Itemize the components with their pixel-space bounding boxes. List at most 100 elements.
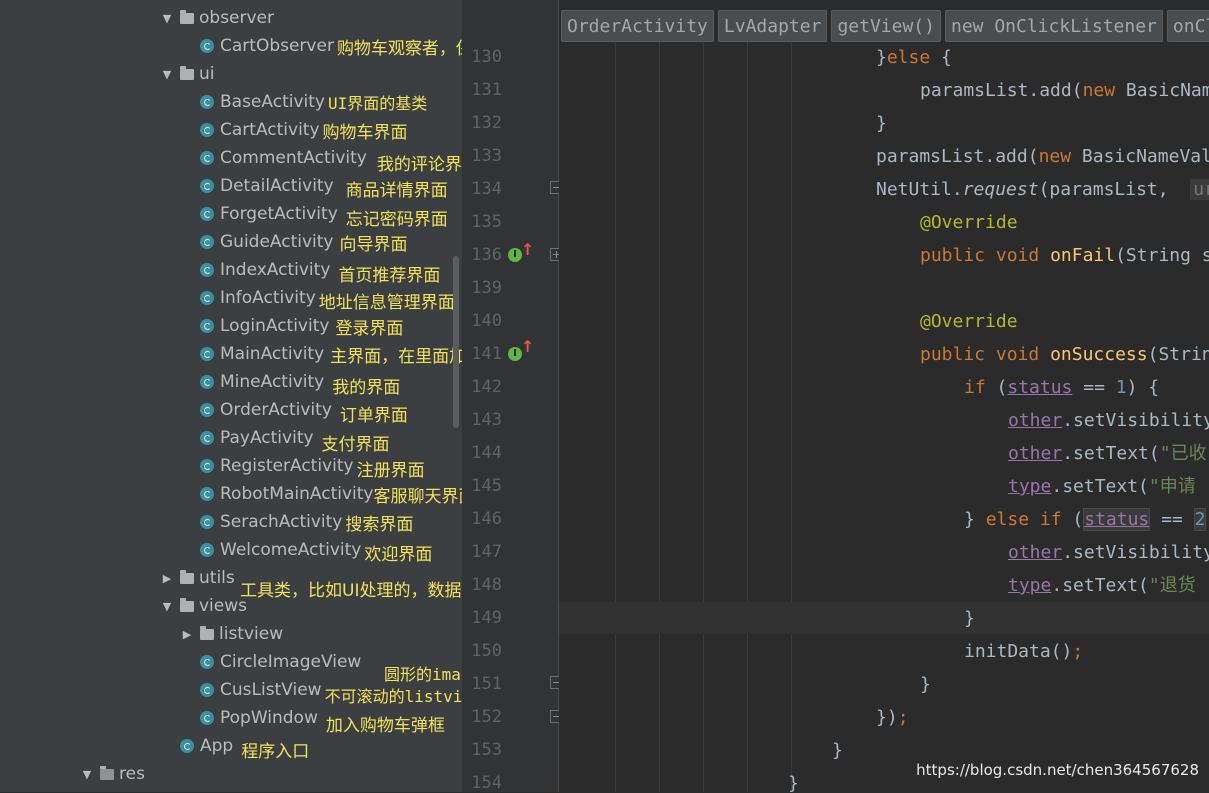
class-icon bbox=[200, 39, 214, 53]
line-number: 145 bbox=[471, 476, 502, 496]
line-number: 143 bbox=[471, 410, 502, 430]
breadcrumb-item-orderactivity[interactable]: OrderActivity bbox=[561, 10, 714, 42]
tree-node-infoactivity[interactable]: InfoActivity 地址信息管理界面 bbox=[200, 284, 455, 313]
breadcrumb-item-lvadapter[interactable]: LvAdapter bbox=[717, 10, 828, 42]
annotation-note: 我的界面 bbox=[332, 377, 401, 398]
code-line-135[interactable]: @Override bbox=[920, 208, 1018, 238]
tree-node-label: CartActivity bbox=[220, 120, 320, 140]
tree-node-label: CircleImageView bbox=[220, 652, 362, 672]
tree-node-label: CartObserver bbox=[220, 36, 334, 56]
override-up-arrow-icon[interactable]: ↑ bbox=[521, 240, 534, 259]
breadcrumb-item-getview[interactable]: getView() bbox=[831, 10, 941, 42]
code-line-136[interactable]: public void onFail(String s bbox=[920, 241, 1209, 271]
tree-node-listview[interactable]: ▶ listview bbox=[180, 620, 283, 648]
code-line-132[interactable]: } bbox=[876, 109, 887, 139]
breadcrumb-item-onclick[interactable]: onCl bbox=[1166, 10, 1209, 42]
annotation-note: 订单界面 bbox=[339, 405, 408, 426]
chevron-down-icon[interactable]: ▼ bbox=[80, 768, 94, 781]
tree-node-robotmainactivity[interactable]: RobotMainActivity 客服聊天界面 bbox=[200, 480, 462, 508]
tree-node-app[interactable]: App 程序入口 bbox=[180, 732, 309, 762]
tree-node-label: BaseActivity bbox=[220, 92, 325, 112]
tree-node-views[interactable]: ▼ views bbox=[160, 592, 247, 620]
code-editor[interactable]: }else { paramsList.add(new BasicNam } pa… bbox=[559, 0, 1209, 792]
code-line-130[interactable]: }else { bbox=[876, 43, 952, 73]
tree-node-welcomeactivity[interactable]: WelcomeActivity 欢迎界面 bbox=[200, 536, 432, 565]
watermark-text: https://blog.csdn.net/chen364567628 bbox=[916, 761, 1199, 779]
code-line-134[interactable]: NetUtil.request(paramsList, ur bbox=[876, 175, 1209, 205]
chevron-down-icon[interactable]: ▼ bbox=[160, 68, 174, 81]
indent-guide bbox=[747, 40, 748, 792]
annotation-note: 商品详情界面 bbox=[345, 180, 448, 201]
class-icon bbox=[200, 207, 214, 221]
chevron-down-icon[interactable]: ▼ bbox=[160, 12, 174, 25]
code-line-133[interactable]: paramsList.add(new BasicNameVal bbox=[876, 142, 1209, 172]
code-line-150[interactable]: initData(); bbox=[964, 637, 1083, 667]
tree-scrollbar[interactable] bbox=[453, 256, 459, 428]
class-icon bbox=[200, 235, 214, 249]
tree-node-detailactivity[interactable]: DetailActivity 商品详情界面 bbox=[200, 172, 448, 201]
tree-node-baseactivity[interactable]: BaseActivity UI界面的基类 bbox=[200, 88, 427, 116]
breadcrumb-item-onclicklistener[interactable]: new OnClickListener bbox=[944, 10, 1163, 42]
tree-node-label: App bbox=[200, 736, 234, 756]
tree-node-serachactivity[interactable]: SerachActivity 搜索界面 bbox=[200, 508, 413, 536]
chevron-right-icon[interactable]: ▶ bbox=[180, 628, 194, 641]
tree-node-res[interactable]: ▼ res bbox=[80, 760, 145, 788]
annotation-note: UI界面的基类 bbox=[327, 94, 428, 113]
tree-node-mainactivity[interactable]: MainActivity 主界面，在里面加载的是导航栏，三个按钮 bbox=[200, 340, 462, 368]
code-line-131[interactable]: paramsList.add(new BasicNam bbox=[920, 76, 1209, 106]
code-line-141[interactable]: public void onSuccess(Strin bbox=[920, 340, 1209, 370]
tree-node-label: DetailActivity bbox=[220, 176, 334, 196]
code-line-147[interactable]: other.setVisibility bbox=[1008, 538, 1209, 568]
tree-node-guideactivity[interactable]: GuideActivity 向导界面 bbox=[200, 228, 408, 256]
tree-node-observer[interactable]: ▼ observer bbox=[160, 4, 274, 32]
tree-node-popwindow[interactable]: PopWindow 加入购物车弹框 bbox=[200, 704, 445, 736]
tree-node-circleimageview[interactable]: CircleImageView bbox=[200, 648, 361, 676]
tree-node-label: CusListView bbox=[220, 680, 322, 700]
line-number: 132 bbox=[471, 113, 502, 133]
tree-node-orderactivity[interactable]: OrderActivity 订单界面 bbox=[200, 396, 408, 426]
editor-gutter: 130 131 132 133 134 135 136 139 140 141 … bbox=[462, 0, 563, 793]
class-icon bbox=[200, 459, 214, 473]
class-icon bbox=[200, 403, 214, 417]
annotation-note: 购物车界面 bbox=[322, 122, 408, 143]
annotation-note: 客服聊天界面 bbox=[373, 486, 462, 507]
implements-method-icon[interactable]: I bbox=[508, 347, 522, 361]
code-line-153[interactable]: } bbox=[832, 736, 843, 766]
tree-node-ui[interactable]: ▼ ui bbox=[160, 60, 215, 88]
code-line-140[interactable]: @Override bbox=[920, 307, 1018, 337]
package-icon bbox=[200, 625, 214, 640]
code-line-144[interactable]: other.setText("已收 bbox=[1008, 439, 1207, 469]
class-icon bbox=[200, 487, 214, 501]
implements-method-icon[interactable]: I bbox=[508, 248, 522, 262]
code-line-151[interactable]: } bbox=[920, 670, 931, 700]
tree-node-label: ui bbox=[199, 64, 215, 84]
code-line-152[interactable]: }); bbox=[876, 703, 909, 733]
tree-node-label: LoginActivity bbox=[220, 316, 330, 336]
tree-node-mineactivity[interactable]: MineActivity 我的界面 bbox=[200, 368, 401, 398]
code-line-143[interactable]: other.setVisibility bbox=[1008, 406, 1209, 436]
tree-node-commentactivity[interactable]: CommentActivity 我的评论界面 bbox=[200, 144, 462, 175]
code-line-149[interactable]: } bbox=[964, 604, 975, 634]
code-line-142[interactable]: if (status == 1) { bbox=[964, 373, 1159, 403]
tree-node-indexactivity[interactable]: IndexActivity 首页推荐界面 bbox=[200, 256, 440, 286]
override-up-arrow-icon[interactable]: ↑ bbox=[521, 337, 534, 356]
class-icon bbox=[200, 347, 214, 361]
chevron-right-icon[interactable]: ▶ bbox=[160, 572, 174, 585]
class-icon bbox=[200, 543, 214, 557]
chevron-down-icon[interactable]: ▼ bbox=[160, 600, 174, 613]
tree-node-cartobserver[interactable]: CartObserver 购物车观察者，保证购物车数据统一 bbox=[200, 32, 462, 60]
tree-node-loginactivity[interactable]: LoginActivity 登录界面 bbox=[200, 312, 403, 340]
tree-node-label: WelcomeActivity bbox=[220, 540, 362, 560]
tree-node-cuslistview[interactable]: CusListView 不可滚动的listview bbox=[200, 676, 462, 706]
code-line-154[interactable]: } bbox=[788, 769, 799, 792]
tree-node-registeractivity[interactable]: RegisterActivity 注册界面 bbox=[200, 452, 425, 481]
line-number: 152 bbox=[471, 707, 502, 727]
tree-node-utils[interactable]: ▶ utils bbox=[160, 564, 235, 592]
tree-node-payactivity[interactable]: PayActivity 支付界面 bbox=[200, 424, 390, 455]
code-line-146[interactable]: } else if (status == 2) bbox=[964, 505, 1209, 535]
tree-node-cartactivity[interactable]: CartActivity 购物车界面 bbox=[200, 116, 408, 144]
tree-node-forgetactivity[interactable]: ForgetActivity 忘记密码界面 bbox=[200, 200, 448, 230]
code-line-148[interactable]: type.setText("退货 bbox=[1008, 571, 1196, 601]
package-icon bbox=[180, 597, 194, 612]
code-line-145[interactable]: type.setText("申请 bbox=[1008, 472, 1196, 502]
